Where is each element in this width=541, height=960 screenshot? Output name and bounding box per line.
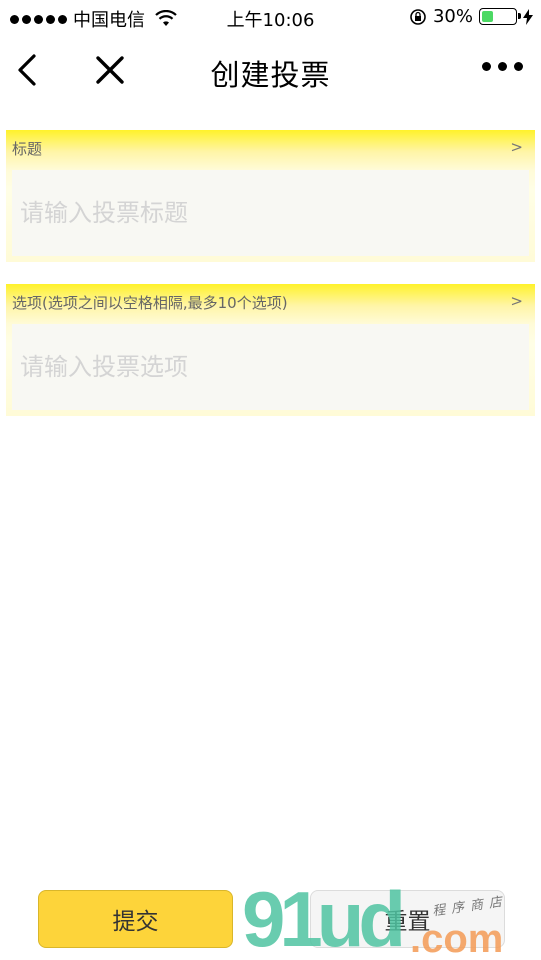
title-arrow-icon: > [510, 138, 523, 156]
reset-button[interactable]: 重置 [310, 890, 505, 948]
rotation-lock-icon [410, 8, 426, 25]
options-input[interactable] [12, 324, 529, 410]
page-title: 创建投票 [210, 58, 331, 92]
vote-create-screen: 中国电信 上午10:06 30% 创建投票 标题 > 请输入投票标题 选项(选项… [0, 0, 541, 960]
battery-level [482, 11, 493, 22]
status-bar: 中国电信 上午10:06 30% [0, 0, 541, 34]
options-section: 选项(选项之间以空格相隔,最多10个选项) > [6, 284, 535, 416]
options-label: 选项(选项之间以空格相隔,最多10个选项) [12, 294, 288, 312]
title-section: 标题 > [6, 130, 535, 262]
more-options-icon[interactable] [482, 62, 523, 71]
navigation-bar: 创建投票 [0, 34, 541, 106]
battery-percent: 30% [432, 6, 473, 27]
title-input[interactable] [12, 170, 529, 256]
status-right: 30% [409, 6, 533, 27]
battery-icon [479, 8, 521, 25]
options-arrow-icon: > [510, 292, 523, 310]
submit-button[interactable]: 提交 [38, 890, 233, 948]
title-label: 标题 [12, 140, 43, 158]
charging-bolt-icon [523, 8, 533, 25]
